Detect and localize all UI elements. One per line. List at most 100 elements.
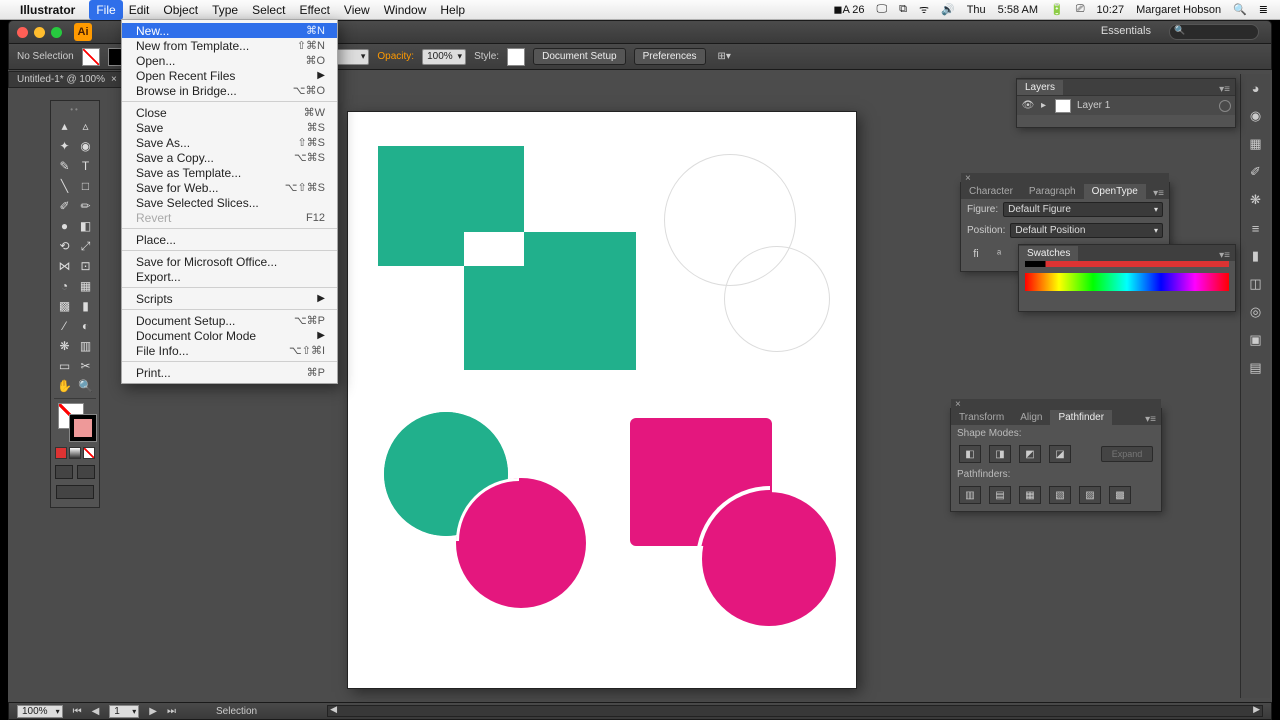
window-close[interactable] <box>17 27 28 38</box>
opentype-tab[interactable]: OpenType <box>1084 184 1146 199</box>
menu-select[interactable]: Select <box>252 3 285 17</box>
graph-tool[interactable]: ▥ <box>75 336 96 356</box>
shape-pink-circle-1[interactable] <box>456 478 586 608</box>
volume-icon[interactable]: 🔊 <box>941 3 955 16</box>
lasso-tool[interactable]: ◉ <box>75 136 96 156</box>
menu-view[interactable]: View <box>344 3 370 17</box>
stroke-panel-icon[interactable]: ≡ <box>1241 214 1270 242</box>
para-tab[interactable]: Paragraph <box>1021 184 1084 199</box>
pen-tool[interactable]: ✎ <box>54 156 75 176</box>
appearance-panel-icon[interactable]: ◎ <box>1241 298 1270 326</box>
panel-menu-icon[interactable]: ▾≡ <box>1214 250 1235 261</box>
pathfinder-tab[interactable]: Pathfinder <box>1050 410 1112 425</box>
file-save-slices[interactable]: Save Selected Slices... <box>122 195 337 210</box>
file-save-web[interactable]: Save for Web...⌥⇧⌘S <box>122 180 337 195</box>
opacity-dropdown[interactable]: 100% <box>422 49 466 65</box>
notifications-icon[interactable]: ≣ <box>1259 3 1268 16</box>
layer-row[interactable]: 👁 ▸ Layer 1 <box>1017 95 1235 115</box>
layer-name[interactable]: Layer 1 <box>1077 100 1213 111</box>
menu-type[interactable]: Type <box>212 3 238 17</box>
swatches-tab[interactable]: Swatches <box>1019 246 1078 261</box>
artboard-nav-last[interactable]: ⏭ <box>167 706 176 717</box>
wifi-icon[interactable]: ᯤ <box>919 2 929 17</box>
graphic-style-swatch[interactable] <box>507 48 525 66</box>
zoom-dropdown[interactable]: 100% <box>17 705 63 718</box>
fill-swatch[interactable] <box>82 48 100 66</box>
artboard-nav-back[interactable]: ◀ <box>92 706 100 717</box>
fill-stroke-control[interactable] <box>56 403 94 443</box>
eyedropper-tool[interactable]: ⁄ <box>54 316 75 336</box>
file-save-as[interactable]: Save As...⇧⌘S <box>122 135 337 150</box>
panel-grip[interactable] <box>54 105 96 113</box>
selection-tool[interactable]: ▴ <box>54 116 75 136</box>
trim-button[interactable]: ▤ <box>989 486 1011 504</box>
width-tool[interactable]: ⋈ <box>54 256 75 276</box>
file-open[interactable]: Open...⌘O <box>122 53 337 68</box>
file-new-template[interactable]: New from Template...⇧⌘N <box>122 38 337 53</box>
spectrum-bar[interactable] <box>1025 273 1229 291</box>
perspective-tool[interactable]: ▦ <box>75 276 96 296</box>
magic-wand-tool[interactable]: ✦ <box>54 136 75 156</box>
type-tool[interactable]: T <box>75 156 96 176</box>
file-save-template[interactable]: Save as Template... <box>122 165 337 180</box>
color-guide-icon[interactable]: ◉ <box>1241 102 1270 130</box>
menu-window[interactable]: Window <box>384 3 427 17</box>
eraser-tool[interactable]: ◧ <box>75 216 96 236</box>
pencil-tool[interactable]: ✏ <box>75 196 96 216</box>
file-scripts[interactable]: Scripts▶ <box>122 291 337 306</box>
blob-brush-tool[interactable]: ● <box>54 216 75 236</box>
workspace-switcher[interactable]: Essentials <box>1101 25 1151 37</box>
file-doc-setup[interactable]: Document Setup...⌥⌘P <box>122 313 337 328</box>
file-save[interactable]: Save⌘S <box>122 120 337 135</box>
shape-builder-tool[interactable]: ◔ <box>54 276 75 296</box>
shape-outline-circle-2[interactable] <box>724 246 830 352</box>
zoom-tool[interactable]: 🔍 <box>75 376 96 396</box>
unite-button[interactable]: ◧ <box>959 445 981 463</box>
swatch-row[interactable] <box>1025 261 1229 267</box>
window-zoom[interactable] <box>51 27 62 38</box>
search-input[interactable] <box>1169 24 1259 40</box>
slice-tool[interactable]: ✂ <box>75 356 96 376</box>
user-name[interactable]: Margaret Hobson <box>1136 4 1221 16</box>
display-icon[interactable]: ⎚ <box>1076 3 1085 16</box>
file-browse-bridge[interactable]: Browse in Bridge...⌥⌘O <box>122 83 337 98</box>
symbols-panel-icon[interactable]: ❋ <box>1241 186 1270 214</box>
scale-tool[interactable]: ⤢ <box>75 236 96 256</box>
hand-tool[interactable]: ✋ <box>54 376 75 396</box>
gradient-panel-icon[interactable]: ▮ <box>1241 242 1270 270</box>
rectangle-tool[interactable]: □ <box>75 176 96 196</box>
file-new[interactable]: New...⌘N <box>122 23 337 38</box>
file-save-msoffice[interactable]: Save for Microsoft Office... <box>122 254 337 269</box>
minus-back-button[interactable]: ▩ <box>1109 486 1131 504</box>
clock2[interactable]: 10:27 <box>1097 4 1125 16</box>
symbol-sprayer-tool[interactable]: ❋ <box>54 336 75 356</box>
menu-effect[interactable]: Effect <box>299 3 329 17</box>
visibility-icon[interactable]: 👁 <box>1021 100 1035 111</box>
transform-tab[interactable]: Transform <box>951 410 1012 425</box>
menu-file[interactable]: File <box>89 0 122 20</box>
direct-selection-tool[interactable]: ▵ <box>75 116 96 136</box>
artboard-nav-fwd[interactable]: ▶ <box>149 706 157 717</box>
gradient-tool[interactable]: ▮ <box>75 296 96 316</box>
divide-button[interactable]: ▥ <box>959 486 981 504</box>
file-export[interactable]: Export... <box>122 269 337 284</box>
artboard-tool[interactable]: ▭ <box>54 356 75 376</box>
document-tab[interactable]: Untitled-1* @ 100%× <box>8 71 126 88</box>
menu-object[interactable]: Object <box>163 3 198 17</box>
panel-menu-icon[interactable]: ▾≡ <box>1214 84 1235 95</box>
battery-icon[interactable]: 🔋 <box>1050 3 1064 16</box>
line-tool[interactable]: ╲ <box>54 176 75 196</box>
char-tab[interactable]: Character <box>961 184 1021 199</box>
artboard[interactable] <box>348 112 856 688</box>
file-color-mode[interactable]: Document Color Mode▶ <box>122 328 337 343</box>
paintbrush-tool[interactable]: ✐ <box>54 196 75 216</box>
clock-day[interactable]: Thu <box>967 4 986 16</box>
panel-menu-icon[interactable]: ▾≡ <box>1148 188 1169 199</box>
preferences-button[interactable]: Preferences <box>634 48 706 65</box>
panel-menu-icon[interactable]: ▾≡ <box>1140 414 1161 425</box>
app-name[interactable]: Illustrator <box>20 3 75 17</box>
file-open-recent[interactable]: Open Recent Files▶ <box>122 68 337 83</box>
file-close[interactable]: Close⌘W <box>122 105 337 120</box>
color-panel-icon[interactable]: ◕ <box>1241 74 1270 102</box>
document-setup-button[interactable]: Document Setup <box>533 48 626 65</box>
